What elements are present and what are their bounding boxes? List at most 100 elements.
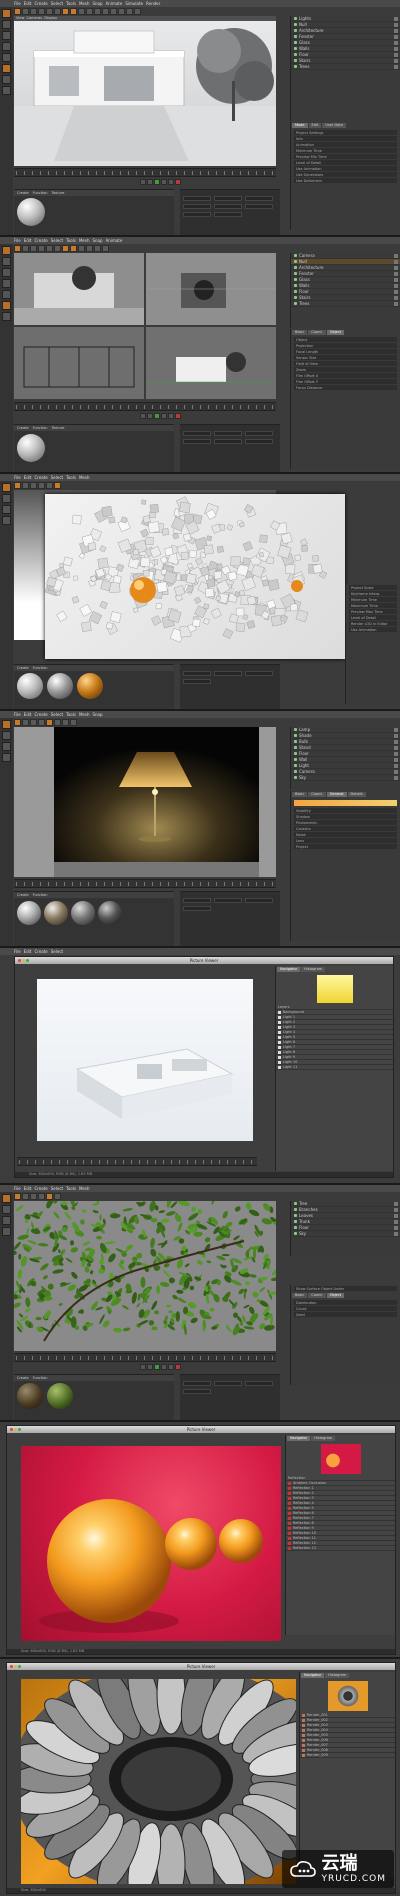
coord-field[interactable]: [183, 1389, 211, 1394]
material-swatch[interactable]: [98, 901, 122, 925]
edges-mode-icon[interactable]: [2, 279, 11, 288]
attr-field[interactable]: Focus Distance: [294, 385, 397, 390]
points-mode-icon[interactable]: [2, 268, 11, 277]
attr-field[interactable]: Project Settings: [294, 130, 397, 135]
tab-navigator[interactable]: Navigator: [301, 1673, 325, 1678]
coord-field[interactable]: [183, 898, 211, 903]
menu-mesh[interactable]: Mesh: [79, 1, 90, 6]
coord-field[interactable]: [245, 196, 273, 201]
material-swatch[interactable]: [17, 434, 45, 462]
menu-tools[interactable]: Tools: [66, 1, 76, 6]
go-end-icon[interactable]: [168, 413, 174, 419]
close-icon[interactable]: [10, 1428, 13, 1431]
attr-field[interactable]: Project: [294, 844, 397, 849]
undo-icon[interactable]: [14, 718, 21, 726]
pen-icon[interactable]: [86, 7, 93, 15]
edges-mode-icon[interactable]: [2, 1216, 11, 1225]
model-mode-icon[interactable]: [2, 720, 11, 729]
attr-field[interactable]: Field of View: [294, 361, 397, 366]
menu-edit[interactable]: Edit: [24, 1186, 32, 1191]
viewport-right[interactable]: [146, 327, 276, 399]
redo-icon[interactable]: [22, 1192, 29, 1200]
move-icon[interactable]: [38, 718, 45, 726]
render-view-icon[interactable]: [46, 1192, 53, 1200]
edges-mode-icon[interactable]: [2, 505, 11, 514]
timeline[interactable]: [14, 879, 276, 888]
light-color-swatch[interactable]: [294, 800, 397, 806]
menu-tools[interactable]: Tools: [66, 238, 76, 243]
attr-field[interactable]: Distribution: [294, 1300, 397, 1305]
select-icon[interactable]: [30, 7, 37, 15]
menu-create[interactable]: Create: [34, 475, 47, 480]
menu-select[interactable]: Select: [51, 1186, 63, 1191]
coord-field[interactable]: [183, 906, 211, 911]
light-icon[interactable]: [134, 7, 141, 15]
coord-field[interactable]: [214, 1381, 242, 1386]
material-swatch[interactable]: [47, 673, 73, 699]
redo-icon[interactable]: [22, 7, 29, 15]
material-swatch[interactable]: [71, 901, 95, 925]
coord-field[interactable]: [214, 671, 242, 676]
polygons-mode-icon[interactable]: [2, 753, 11, 762]
material-swatch[interactable]: [17, 673, 43, 699]
attr-field[interactable]: Lens: [294, 838, 397, 843]
layer-row[interactable]: Light 11: [276, 1065, 393, 1070]
attr-field[interactable]: Caustics: [294, 826, 397, 831]
vp-menu-cameras[interactable]: Cameras: [27, 16, 43, 20]
camera-icon[interactable]: [62, 718, 69, 726]
camera-icon[interactable]: [126, 7, 133, 15]
menu-create[interactable]: Create: [34, 1, 47, 6]
scale-icon[interactable]: [46, 7, 53, 15]
tab-histogram[interactable]: Histogram: [325, 1673, 350, 1678]
attr-field[interactable]: Count: [294, 1306, 397, 1311]
coord-field[interactable]: [183, 204, 211, 209]
timeline[interactable]: [14, 1353, 276, 1362]
cube-icon[interactable]: [78, 244, 85, 252]
coord-field[interactable]: [183, 431, 211, 436]
attr-field[interactable]: Visibility: [294, 808, 397, 813]
go-end-icon[interactable]: [168, 1364, 174, 1370]
attr-field[interactable]: Noise: [294, 832, 397, 837]
workplane-icon[interactable]: [2, 86, 11, 95]
record-icon[interactable]: [175, 179, 181, 185]
attr-field[interactable]: Film Offset X: [294, 373, 397, 378]
coord-field[interactable]: [214, 196, 242, 201]
menu-tools[interactable]: Tools: [66, 712, 76, 717]
attr-tab-basic[interactable]: Basic: [292, 330, 308, 335]
viewport-lamp[interactable]: [14, 727, 276, 877]
coord-field[interactable]: [214, 898, 242, 903]
pen-icon[interactable]: [86, 244, 93, 252]
pv-timeline[interactable]: [17, 1157, 257, 1166]
tab-histogram[interactable]: Histogram: [301, 967, 326, 972]
menu-select[interactable]: Select: [51, 712, 63, 717]
coord-field[interactable]: [183, 679, 211, 684]
next-frame-icon[interactable]: [161, 413, 167, 419]
close-icon[interactable]: [18, 959, 21, 962]
timeline[interactable]: [14, 402, 276, 411]
render-pv-icon[interactable]: [70, 244, 77, 252]
mat-menu-function[interactable]: Function: [33, 1376, 48, 1380]
model-mode-icon[interactable]: [2, 246, 11, 255]
attr-field[interactable]: Animation: [294, 142, 397, 147]
go-end-icon[interactable]: [168, 179, 174, 185]
mat-menu-function[interactable]: Function: [33, 191, 48, 195]
floor-icon[interactable]: [118, 7, 125, 15]
attr-field[interactable]: Maximum Time: [349, 603, 397, 608]
attr-field[interactable]: Use Animation: [349, 627, 397, 632]
scale-icon[interactable]: [46, 244, 53, 252]
move-icon[interactable]: [38, 481, 45, 489]
attr-field[interactable]: Object: [294, 337, 397, 342]
menu-select[interactable]: Select: [51, 475, 63, 480]
viewport-tree[interactable]: [14, 1201, 276, 1351]
navigator-thumbnail[interactable]: [320, 1444, 361, 1474]
array-icon[interactable]: [102, 7, 109, 15]
points-mode-icon[interactable]: [2, 1205, 11, 1214]
attr-field[interactable]: Photometric: [294, 820, 397, 825]
coord-field[interactable]: [245, 671, 273, 676]
render-pv-icon[interactable]: [70, 7, 77, 15]
render-view-icon[interactable]: [46, 718, 53, 726]
attr-field[interactable]: Preview Max Time: [349, 609, 397, 614]
menu-file[interactable]: File: [14, 1186, 21, 1191]
play-icon[interactable]: [154, 1364, 160, 1370]
attr-tab-basic[interactable]: Basic: [292, 1293, 308, 1298]
